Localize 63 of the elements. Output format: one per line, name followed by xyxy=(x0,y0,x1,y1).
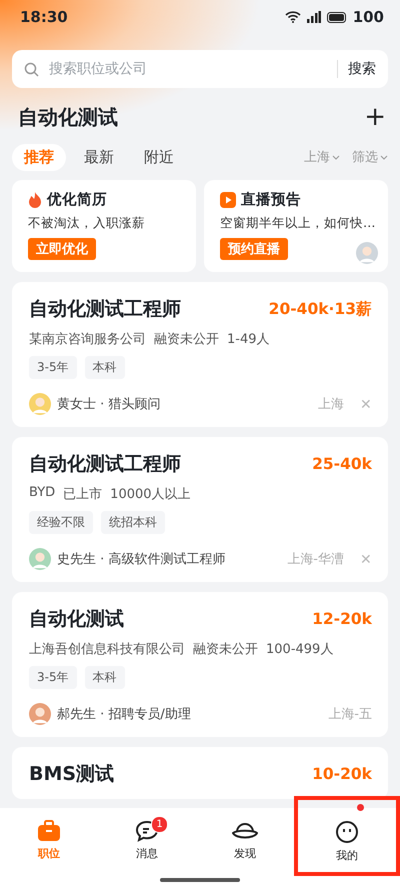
job-title: 自动化测试工程师 xyxy=(29,297,181,322)
company-info: 某南京咨询服务公司 xyxy=(29,331,146,348)
tab[interactable]: 附近 xyxy=(132,144,186,170)
salary: 20-40k·13薪 xyxy=(268,298,372,320)
nav-tab[interactable]: 发现 xyxy=(196,816,294,874)
salary: 12-20k xyxy=(312,610,372,628)
job-title: 自动化测试 xyxy=(29,607,124,632)
flame-icon xyxy=(28,192,42,208)
job-tag: 经验不限 xyxy=(29,511,93,534)
nav-tab[interactable]: 我的 xyxy=(294,796,400,876)
play-icon xyxy=(220,192,236,208)
company-info: 1-49人 xyxy=(227,331,270,348)
company-info: 融资未公开 xyxy=(154,331,219,348)
promo-text: 不被淘汰，入职涨薪 xyxy=(28,215,146,232)
job-card[interactable]: 自动化测试工程师 20-40k·13薪 某南京咨询服务公司 融资未公开 1-49人 3-5年 本科 黄女士 · 猎头顾问 上海 ✕ xyxy=(12,282,388,427)
job-tag: 本科 xyxy=(84,666,125,689)
recruiter-name: 黄女士 · 猎头顾问 xyxy=(57,396,160,413)
promo-card[interactable]: 直播预告 空窗期半年以上，如何快… 预约直播 xyxy=(204,180,388,272)
salary: 10-20k xyxy=(312,765,372,783)
company-info: BYD xyxy=(29,485,56,502)
job-location: 上海-五 xyxy=(328,706,372,723)
job-title: BMS测试 xyxy=(29,762,114,787)
company-info: 上海吾创信息科技有限公司 xyxy=(29,641,185,658)
chevron-down-icon xyxy=(332,154,340,160)
salary: 25-40k xyxy=(312,455,372,473)
job-location: 上海-华漕 xyxy=(287,551,344,568)
company-info: 已上市 xyxy=(63,486,102,503)
job-card[interactable]: 自动化测试 12-20k 上海吾创信息科技有限公司 融资未公开 100-499人 3-5年 本科 郝先生 · 招聘专员/助理 上海-五 xyxy=(12,592,388,737)
search-field[interactable]: 搜索职位或公司 搜索 xyxy=(12,50,388,88)
job-tag: 3-5年 xyxy=(29,356,77,379)
briefcase-icon xyxy=(37,820,61,842)
chevron-down-icon xyxy=(380,154,388,160)
recruiter-name: 史先生 · 高级软件测试工程师 xyxy=(57,551,226,568)
battery-level: 100 xyxy=(352,8,384,26)
avatar-icon xyxy=(356,242,378,264)
company-info: 融资未公开 xyxy=(193,641,258,658)
job-intent-title: 自动化测试 xyxy=(18,104,118,130)
promo-title: 直播预告 xyxy=(241,190,301,209)
unread-badge: 1 xyxy=(151,816,168,833)
company-info: 100-499人 xyxy=(266,641,334,658)
promo-text: 空窗期半年以上，如何快… xyxy=(220,215,376,232)
search-icon xyxy=(24,62,39,76)
recruiter-name: 郝先生 · 招聘专员/助理 xyxy=(57,706,191,723)
job-card[interactable]: BMS测试 10-20k xyxy=(12,747,388,799)
chat-icon xyxy=(135,820,159,842)
job-location: 上海 xyxy=(318,396,344,413)
job-card[interactable]: 自动化测试工程师 25-40k BYD 已上市 10000人以上 经验不限 统招本科 史先生 · 高级软件测试工程师 上海-华漕 ✕ xyxy=(12,437,388,582)
promo-title: 优化简历 xyxy=(47,191,107,209)
promo-card[interactable]: 优化简历 不被淘汰，入职涨薪 立即优化 xyxy=(12,180,196,272)
job-title: 自动化测试工程师 xyxy=(29,452,181,477)
tab[interactable]: 最新 xyxy=(72,144,126,170)
search-button[interactable]: 搜索 xyxy=(348,60,376,78)
add-button[interactable]: + xyxy=(364,104,386,130)
nav-tab[interactable]: 消息 1 xyxy=(98,816,196,874)
job-tag: 3-5年 xyxy=(29,666,77,689)
job-tag: 统招本科 xyxy=(101,511,165,534)
signal-icon xyxy=(306,11,321,23)
job-tag: 本科 xyxy=(84,356,125,379)
smiley-icon xyxy=(335,820,359,844)
status-time: 18:30 xyxy=(20,8,68,26)
battery-icon xyxy=(326,12,347,22)
wifi-icon xyxy=(284,11,301,23)
company-info: 10000人以上 xyxy=(110,486,191,503)
